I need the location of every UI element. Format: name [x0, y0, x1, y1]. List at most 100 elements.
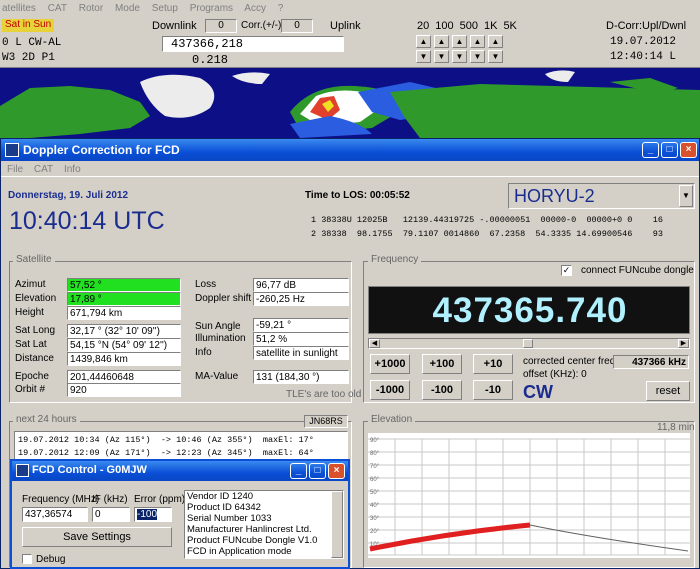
fcd-minimize-icon[interactable]: _ [290, 463, 307, 479]
epoche-value: 201,44460648 [67, 370, 181, 384]
map-graphic [0, 70, 700, 138]
minus-100-button[interactable]: -100 [422, 380, 462, 400]
distance-label: Distance [15, 353, 54, 364]
menu-setup[interactable]: Setup [152, 3, 178, 14]
height-value: 671,794 km [67, 306, 181, 320]
azimut-value: 57,52 ° [67, 278, 181, 292]
close-icon[interactable]: × [680, 142, 697, 158]
fcd-if-input[interactable]: 0 [92, 507, 130, 522]
ylabel-30: 30° [370, 516, 380, 522]
fcd-maximize-icon[interactable]: □ [309, 463, 326, 479]
menu-accy[interactable]: Accy [244, 3, 266, 14]
fcd-error-input[interactable]: -100 [134, 507, 172, 522]
fcd-info-box[interactable]: Vendor ID 1240 Product ID 64342 Serial N… [184, 490, 344, 559]
fcd-if-label: IF (kHz) [92, 494, 128, 505]
menu-mode[interactable]: Mode [115, 3, 140, 14]
menu-cat-doppler[interactable]: CAT [34, 164, 53, 175]
step-up-100-icon[interactable]: ▲ [434, 35, 449, 48]
step-up-20-icon[interactable]: ▲ [416, 35, 431, 48]
step-down-100-icon[interactable]: ▼ [434, 50, 449, 63]
elevation-track-future [529, 524, 689, 552]
ylabel-90: 90° [370, 438, 380, 444]
azimut-label: Azimut [15, 279, 46, 290]
menu-satellites[interactable]: atellites [2, 3, 36, 14]
downlink-label: Downlink [152, 20, 197, 32]
minus-1000-button[interactable]: -1000 [370, 380, 410, 400]
world-map [0, 68, 700, 138]
orbit-label: Orbit # [15, 384, 46, 395]
menu-help[interactable]: ? [278, 3, 284, 14]
step-down-500-icon[interactable]: ▼ [452, 50, 467, 63]
step-down-5k-icon[interactable]: ▼ [488, 50, 503, 63]
elevation-chart: 90° 80° 70° 60° 50° 40° 30° 20° 10° [368, 433, 690, 558]
menu-cat[interactable]: CAT [48, 3, 67, 14]
slider-right-arrow-icon[interactable]: ▶ [678, 339, 689, 348]
time-display: 12:40:14 L [610, 51, 677, 63]
frequency-input[interactable]: 437366,218 [162, 36, 344, 52]
ylabel-40: 40° [370, 503, 380, 509]
fcd-close-icon[interactable]: × [328, 463, 345, 479]
epoche-label: Epoche [15, 371, 49, 382]
satlong-label: Sat Long [15, 325, 56, 336]
slider-thumb[interactable] [523, 339, 533, 348]
fcd-info-line-1: Vendor ID 1240 [187, 491, 254, 502]
main-toolbar: Sat in Sun 0 L CW-AL W3 2D P1 Downlink 0… [0, 16, 700, 68]
tle-line-2: 2 38338 98.1755 79.1107 0014860 67.2358 … [311, 229, 663, 239]
fcd-frequency-input[interactable]: 437,36574 [22, 507, 88, 522]
ma-value-label: MA-Value [195, 371, 239, 382]
connect-checkbox[interactable]: ✓ [561, 265, 572, 276]
step-up-500-icon[interactable]: ▲ [452, 35, 467, 48]
frequency-slider[interactable]: ◀ ▶ [368, 338, 690, 349]
plus-10-button[interactable]: +10 [473, 354, 513, 374]
satlat-value: 54,15 °N (54° 09' 12'') [67, 338, 181, 352]
downlink-value: 0 [205, 19, 237, 33]
sun-angle-label: Sun Angle [195, 321, 241, 332]
step-down-1k-icon[interactable]: ▼ [470, 50, 485, 63]
minus-10-button[interactable]: -10 [473, 380, 513, 400]
save-settings-button[interactable]: Save Settings [22, 527, 172, 547]
utc-clock: 10:40:14 UTC [9, 207, 165, 235]
slider-left-arrow-icon[interactable]: ◀ [369, 339, 380, 348]
elevation-group-label: Elevation [368, 414, 416, 425]
step-up-5k-icon[interactable]: ▲ [488, 35, 503, 48]
maximize-icon[interactable]: □ [661, 142, 678, 158]
mode-display: CW [523, 382, 553, 402]
step-20: 20 [417, 20, 430, 32]
fcd-title: FCD Control - G0MJW [32, 464, 147, 476]
mode-line-1: 0 L CW-AL [2, 37, 62, 49]
menu-file[interactable]: File [7, 164, 23, 175]
plus-1000-button[interactable]: +1000 [370, 354, 410, 374]
info-scrollbar[interactable] [331, 491, 343, 558]
chevron-down-icon[interactable]: ▼ [679, 185, 693, 207]
doppler-shift-value: -260,25 Hz [253, 292, 349, 306]
step-down-20-icon[interactable]: ▼ [416, 50, 431, 63]
tle-line-1: 1 38338U 12025B 12139.44319725 -.0000005… [311, 215, 663, 225]
elevation-chart-svg [368, 438, 690, 556]
fcd-error-label: Error (ppm) [134, 494, 186, 505]
plus-100-button[interactable]: +100 [422, 354, 462, 374]
satlong-value: 32,17 ° (32° 10' 09'') [67, 324, 181, 338]
height-label: Height [15, 307, 44, 318]
satellite-select[interactable]: HORYU-2 ▼ [508, 183, 695, 209]
satellite-group-label: Satellite [13, 254, 55, 265]
step-up-1k-icon[interactable]: ▲ [470, 35, 485, 48]
minimize-icon[interactable]: _ [642, 142, 659, 158]
step-100: 100 [435, 20, 454, 32]
pass-row-1[interactable]: 19.07.2012 10:34 (Az 115°) -> 10:46 (Az … [18, 435, 314, 445]
menu-info[interactable]: Info [64, 164, 81, 175]
debug-checkbox[interactable] [22, 554, 32, 564]
menu-rotor[interactable]: Rotor [79, 3, 103, 14]
fcd-app-icon [16, 464, 29, 477]
pass-row-2[interactable]: 19.07.2012 12:09 (Az 171°) -> 12:23 (Az … [18, 448, 314, 458]
date-display: 19.07.2012 [610, 36, 677, 48]
ylabel-60: 60° [370, 477, 380, 483]
tle-note: TLE's are too old [286, 389, 362, 400]
menu-programs[interactable]: Programs [190, 3, 233, 14]
debug-label: Debug [36, 554, 66, 565]
satlat-label: Sat Lat [15, 339, 47, 350]
step-5k: 5K [503, 20, 517, 32]
step-500: 500 [459, 20, 478, 32]
elevation-track-past [369, 522, 531, 552]
reset-button[interactable]: reset [646, 381, 690, 401]
fcd-info-line-3: Serial Number 1033 [187, 513, 272, 524]
